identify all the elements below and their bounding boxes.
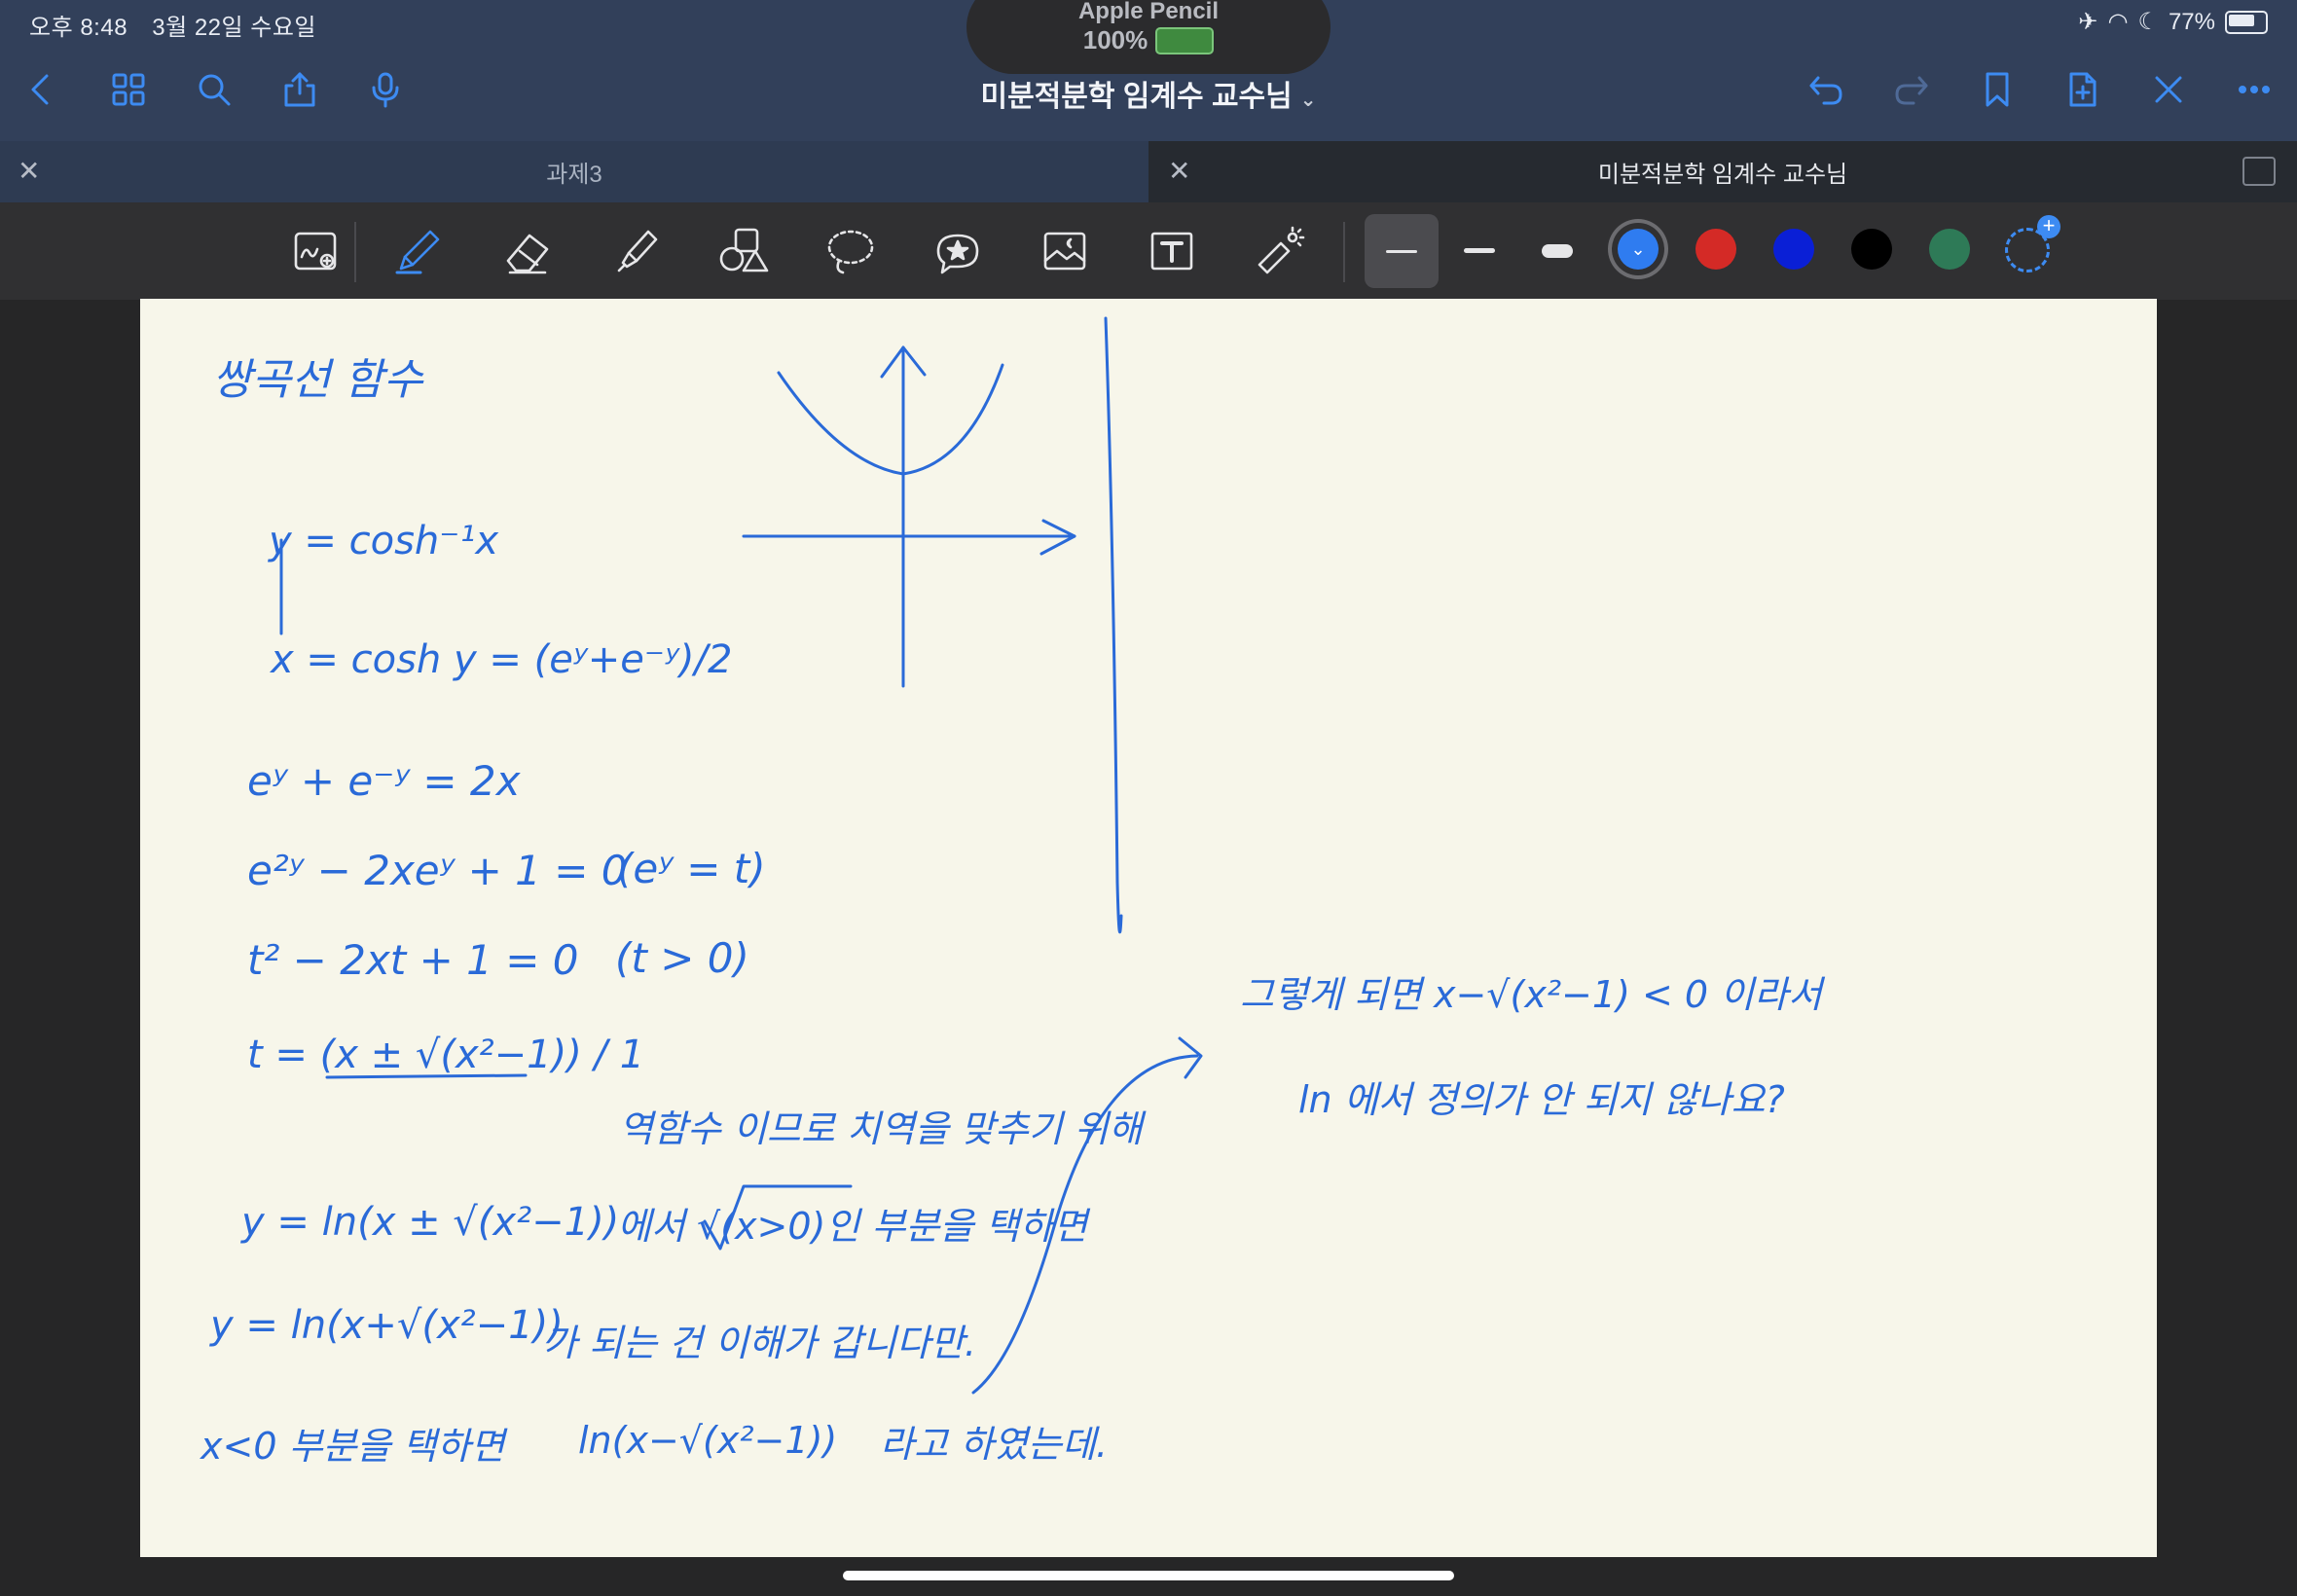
note-line-question2: ln 에서 정의가 안 되지 않나요?: [1298, 1078, 1785, 1121]
pen-icon[interactable]: [387, 220, 450, 282]
tab-label: 과제3: [546, 162, 602, 188]
note-page[interactable]: 쌍곡선 함수 y = cosh⁻¹x x = cosh y = (eʸ+e⁻ʸ)…: [140, 299, 2157, 1557]
split-view-icon[interactable]: [2242, 157, 2276, 186]
color-swatch-blue[interactable]: ⌄: [1618, 229, 1659, 270]
eraser-icon[interactable]: [496, 220, 559, 282]
graph-cosh-curve: [777, 363, 1004, 476]
home-indicator[interactable]: [843, 1571, 1454, 1580]
note-line-understood: 가 되는 건 이해가 갑니다만.: [543, 1322, 976, 1364]
note-line-eq2: e²ʸ − 2xeʸ + 1 = 0: [247, 847, 628, 894]
chevron-down-icon: ⌄: [1630, 238, 1646, 259]
zoom-box-icon[interactable]: [284, 220, 346, 282]
chevron-down-icon: ⌄: [1299, 90, 1317, 111]
note-line-sub-t: (eʸ = t): [617, 845, 766, 892]
tab-bar: ✕ 과제3 ✕ 미분적분학 임계수 교수님: [0, 141, 2297, 202]
battery-percent: 77%: [2168, 8, 2215, 35]
wifi-icon: ◠: [2107, 9, 2129, 35]
note-line-eq3: t² − 2xt + 1 = 0: [247, 936, 578, 984]
status-time: 오후 8:48: [29, 15, 128, 41]
tab-label: 미분적분학 임계수 교수님: [1597, 162, 1848, 188]
note-line-t-positive: (t > 0): [615, 934, 749, 982]
note-line-y-arccosh: y = cosh⁻¹x: [268, 519, 498, 563]
status-date: 3월 22일 수요일: [152, 15, 316, 41]
status-bar-left: 오후 8:48 3월 22일 수요일: [29, 8, 334, 42]
handwriting-canvas: 쌍곡선 함수 y = cosh⁻¹x x = cosh y = (eʸ+e⁻ʸ)…: [200, 316, 1826, 1468]
top-bar: 오후 8:48 3월 22일 수요일 ✈ ◠ ☾ 77% Apple Penci…: [0, 0, 2297, 141]
stroke-thin-option[interactable]: [1365, 214, 1439, 288]
tab-calculus-note[interactable]: ✕ 미분적분학 임계수 교수님: [1148, 141, 2297, 202]
drawing-toolbar: ⌄: [0, 202, 2297, 300]
sticker-icon[interactable]: [927, 220, 989, 282]
color-swatch-red[interactable]: [1695, 229, 1736, 270]
close-icon[interactable]: ✕: [1168, 155, 1190, 187]
page-divider-line: [1104, 316, 1123, 934]
moon-icon: ☾: [2137, 9, 2159, 35]
note-line-inverse-comment: 역함수 이므로 치역을 맞추기 위해: [619, 1107, 1147, 1150]
document-title-text: 미분적분학 임계수 교수님: [980, 81, 1293, 113]
note-line-said: 라고 하였는데.: [880, 1423, 1108, 1466]
note-line-x-cosh: x = cosh y = (eʸ+e⁻ʸ)/2: [269, 637, 732, 682]
close-icon[interactable]: ✕: [18, 155, 40, 187]
laser-icon[interactable]: [1248, 220, 1310, 282]
stroke-medium-option[interactable]: [1442, 214, 1516, 288]
redo-icon[interactable]: [1890, 68, 1933, 111]
note-line-y-ln-plus: y = ln(x+√(x²−1)): [209, 1303, 564, 1348]
shapes-icon[interactable]: [712, 220, 775, 282]
undo-icon[interactable]: [1805, 68, 1847, 111]
battery-icon: [2225, 10, 2268, 34]
cosh-graph: [742, 345, 1076, 688]
highlighter-icon[interactable]: [605, 220, 668, 282]
toolbar-divider: [1343, 222, 1345, 282]
note-line-t-solution: t = (x ± √(x²−1)) / 1: [247, 1033, 644, 1077]
color-swatch-black[interactable]: [1851, 229, 1892, 270]
lasso-icon[interactable]: [820, 220, 882, 282]
pencil-battery-icon: [1155, 26, 1215, 54]
color-swatch-green[interactable]: [1929, 229, 1970, 270]
note-line-title: 쌍곡선 함수: [212, 355, 424, 405]
stroke-thick-option[interactable]: [1520, 214, 1594, 288]
toolbar-divider: [354, 222, 356, 282]
note-line-eq1: eʸ + e⁻ʸ = 2x: [247, 757, 522, 805]
color-swatch-dark-blue[interactable]: [1773, 229, 1814, 270]
pencil-name: Apple Pencil: [1077, 0, 1220, 24]
document-title[interactable]: 미분적분학 임계수 교수님 ⌄: [0, 72, 2297, 115]
text-icon[interactable]: [1141, 220, 1203, 282]
note-line-x-negative: x<0 부분을 택하면: [200, 1425, 508, 1468]
close-x-icon[interactable]: [2147, 68, 2190, 111]
note-line-ln-minus: ln(x−√(x²−1)): [578, 1419, 837, 1462]
note-line-y-ln: y = ln(x ± √(x²−1)): [240, 1200, 619, 1245]
status-bar-right: ✈ ◠ ☾ 77%: [2078, 8, 2268, 36]
note-line-choose-positive: 에서 √(x>0)인 부분을 택하면: [617, 1205, 1091, 1248]
airplane-icon: ✈: [2078, 9, 2098, 35]
bookmark-icon[interactable]: [1976, 68, 2019, 111]
tab-assignment3[interactable]: ✕ 과제3: [0, 141, 1148, 202]
pencil-status-pill: Apple Pencil 100%: [966, 0, 1331, 74]
image-icon[interactable]: [1034, 220, 1096, 282]
add-color-button[interactable]: [2005, 215, 2060, 272]
more-icon[interactable]: [2233, 68, 2276, 111]
pencil-battery-percent: 100%: [1082, 25, 1148, 54]
add-page-icon[interactable]: [2061, 68, 2104, 111]
note-line-question1: 그렇게 되면 x−√(x²−1) < 0 이라서: [1240, 973, 1826, 1016]
